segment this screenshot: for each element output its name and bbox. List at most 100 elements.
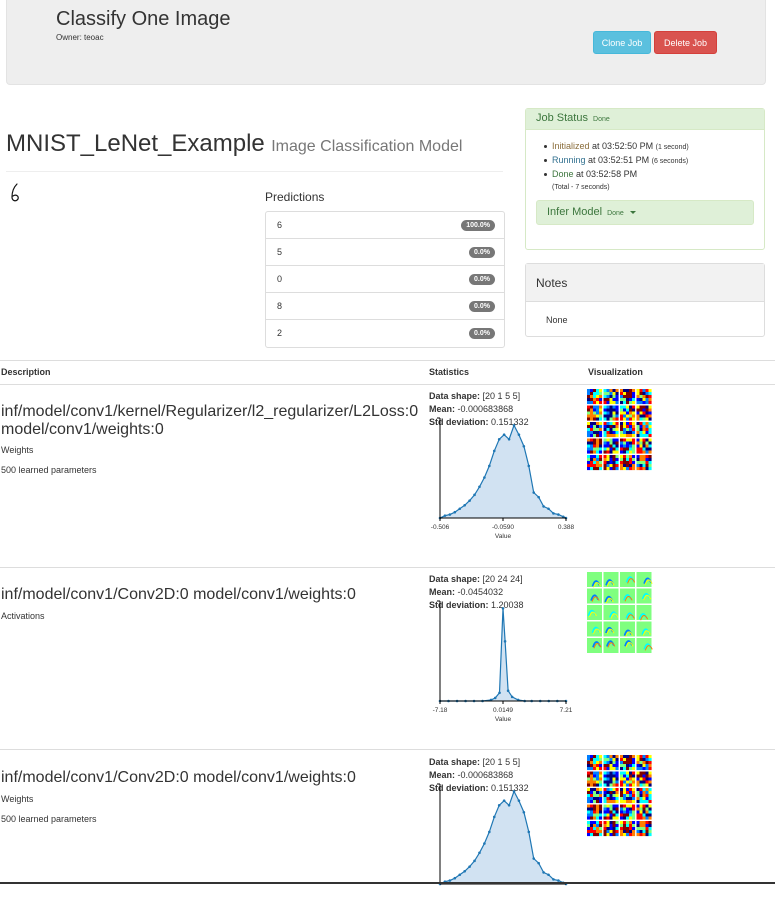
tile-cell <box>636 422 640 426</box>
tile-cell <box>612 425 616 429</box>
tile-cell <box>612 810 616 814</box>
tile-cell <box>639 813 643 817</box>
tile-cell <box>612 405 616 409</box>
tile-cell <box>623 761 627 765</box>
tile-cell <box>612 414 616 418</box>
tile-cell <box>603 411 607 415</box>
tile-cell <box>615 780 619 784</box>
histogram-point <box>506 689 510 693</box>
x-tick-label: 0.0149 <box>493 707 513 714</box>
tile-cell <box>612 389 616 393</box>
tile-cell <box>590 392 594 396</box>
status-time: at 03:52:51 PM <box>588 155 650 165</box>
tile-cell <box>645 398 649 402</box>
tile-bg <box>620 621 635 637</box>
tile-cell <box>587 816 591 820</box>
tile-cell <box>636 434 640 438</box>
tile-cell <box>587 389 591 393</box>
tile-cell <box>609 794 613 798</box>
tile-cell <box>609 761 613 765</box>
tile-cell <box>599 833 603 837</box>
tile-cell <box>603 450 607 454</box>
clone-job-button[interactable]: Clone Job <box>593 31 651 54</box>
tile-cell <box>609 395 613 399</box>
tile-cell <box>599 414 603 418</box>
tile-cell <box>599 764 603 768</box>
tile-cell <box>636 408 640 412</box>
tile-cell <box>590 780 594 784</box>
infer-model-toggle[interactable]: Infer Model Done <box>547 206 636 218</box>
tile-cell <box>639 425 643 429</box>
histogram-point <box>522 810 526 814</box>
tile-cell <box>648 783 652 787</box>
tile-cell <box>629 431 633 435</box>
tile-cell <box>642 764 646 768</box>
tile-cell <box>603 788 607 792</box>
tile-cell <box>642 824 646 828</box>
tile-cell <box>620 455 624 459</box>
tile-cell <box>620 767 624 771</box>
tile-cell <box>629 821 633 825</box>
tile-cell <box>599 444 603 448</box>
tile-cell <box>620 434 624 438</box>
tile-cell <box>620 425 624 429</box>
filter-tile <box>603 621 619 637</box>
tile-cell <box>587 777 591 781</box>
tile-cell <box>623 774 627 778</box>
tile-cell <box>636 807 640 811</box>
tile-cell <box>620 464 624 468</box>
tile-cell <box>606 414 610 418</box>
tile-cell <box>606 389 610 393</box>
input-image <box>11 183 19 202</box>
layer-kind: Weights <box>1 794 34 804</box>
prediction-badge: 0.0% <box>469 247 495 258</box>
tile-cell <box>599 767 603 771</box>
tile-cell <box>620 392 624 396</box>
tile-cell <box>593 398 597 402</box>
tile-cell <box>626 405 630 409</box>
tile-cell <box>612 807 616 811</box>
tile-cell <box>623 797 627 801</box>
status-duration: (1 second) <box>655 144 689 151</box>
tile-cell <box>629 774 633 778</box>
tile-cell <box>609 405 613 409</box>
tile-cell <box>626 431 630 435</box>
tile-cell <box>596 777 600 781</box>
tile-cell <box>639 804 643 808</box>
filter-tile <box>587 755 603 771</box>
tile-cell <box>626 417 630 421</box>
tile-cell <box>587 833 591 837</box>
filter-tile <box>620 389 636 405</box>
tile-cell <box>639 783 643 787</box>
tile-cell <box>636 389 640 393</box>
tile-cell <box>639 428 643 432</box>
filter-tile <box>620 605 635 620</box>
tile-cell <box>639 758 643 762</box>
tile-cell <box>606 434 610 438</box>
tile-cell <box>639 450 643 454</box>
tile-cell <box>626 438 630 442</box>
prediction-item: 2 0.0% <box>266 320 504 347</box>
tile-cell <box>629 455 633 459</box>
tile-cell <box>593 807 597 811</box>
stat-value: -0.000683868 <box>457 770 514 780</box>
tile-cell <box>603 408 607 412</box>
tile-cell <box>632 461 636 465</box>
tile-cell <box>596 458 600 462</box>
model-name[interactable]: MNIST_LeNet_Example <box>6 130 265 157</box>
tile-cell <box>593 777 597 781</box>
tile-cell <box>593 458 597 462</box>
tile-cell <box>632 395 636 399</box>
histogram-chart <box>437 783 568 886</box>
tile-cell <box>648 414 652 418</box>
histogram-point <box>532 857 536 860</box>
tile-cell <box>620 821 624 825</box>
tile-cell <box>615 455 619 459</box>
tile-cell <box>636 455 640 459</box>
tile-cell <box>606 783 610 787</box>
tile-cell <box>615 401 619 405</box>
tile-cell <box>609 764 613 768</box>
tile-cell <box>648 425 652 429</box>
tile-cell <box>596 771 600 775</box>
delete-job-button[interactable]: Delete Job <box>654 31 717 54</box>
